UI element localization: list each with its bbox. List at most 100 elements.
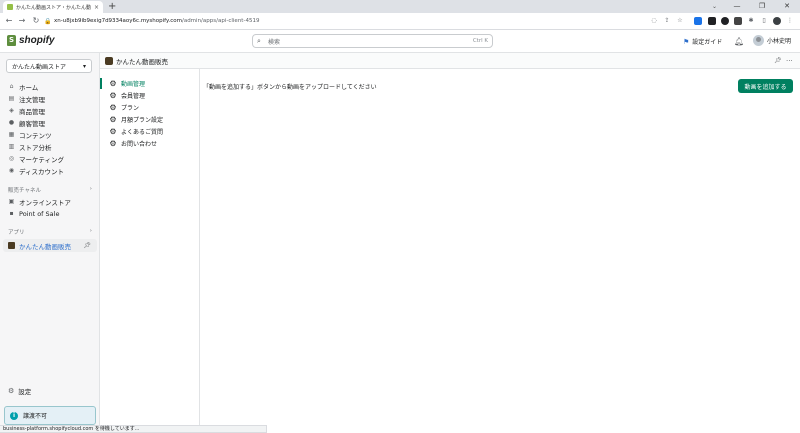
active-indicator <box>100 78 102 89</box>
share-icon[interactable]: ⇪ <box>663 17 671 25</box>
avatar <box>753 35 764 46</box>
browser-status-bar: business-platform.shopifycloud.com を待機して… <box>0 425 267 433</box>
bell-icon[interactable]: 🔔︎ <box>734 37 744 46</box>
extensions-puzzle-icon[interactable]: ✱ <box>747 17 755 25</box>
sidebar-item-content[interactable]: ▦ コンテンツ <box>8 129 52 140</box>
app-header: かんたん動画販売 📌︎ ··· <box>100 53 800 69</box>
forward-button[interactable]: → <box>16 15 28 27</box>
analytics-icon: ▥ <box>8 143 15 150</box>
user-name: 小林史明 <box>767 38 792 45</box>
chevron-right-icon: › <box>89 228 92 234</box>
app-title: かんたん動画販売 <box>116 57 168 66</box>
pin-icon[interactable]: 📌︎ <box>83 242 91 249</box>
info-icon: i <box>10 411 18 420</box>
sidebar-item-orders[interactable]: ▤ 注文管理 <box>8 93 45 104</box>
shopify-bag-icon <box>7 35 16 46</box>
lock-icon: 🔒 <box>44 17 52 25</box>
tab-close-icon[interactable]: × <box>94 4 99 11</box>
tab-title: かんたん動画ストア・かんたん動画販 <box>16 4 91 11</box>
setup-guide-button[interactable]: ⚑ 設定ガイド <box>683 37 723 47</box>
search-shortcut: Ctrl K <box>472 38 488 44</box>
back-button[interactable]: ← <box>3 15 15 27</box>
sidebar-item-products[interactable]: ◈ 商品管理 <box>8 105 45 116</box>
search-placeholder: 検索 <box>268 38 281 46</box>
sidebar-item-analytics[interactable]: ▥ ストア分析 <box>8 141 52 152</box>
app-nav-videos[interactable]: ⚙ 動画管理 <box>109 78 145 89</box>
add-video-button[interactable]: 動画を追加する <box>738 79 793 93</box>
more-options-icon[interactable]: ··· <box>786 57 793 65</box>
target-icon: ◎ <box>8 155 15 162</box>
sidebar: かんたん動画ストア ▾ ⌂ ホーム ▤ 注文管理 ◈ 商品管理 ● 顧客管理 ▦ コンテン… <box>0 53 100 425</box>
discount-icon: ◉ <box>8 167 15 174</box>
browser-toolbar: ← → ↻ 🔒 xn-u8jxb9ib9exig7d9334aoy6c.mysh… <box>0 13 800 30</box>
app-nav-members[interactable]: ⚙ 会員管理 <box>109 90 145 101</box>
shopify-logo[interactable]: shopify <box>7 35 55 46</box>
store-selector[interactable]: かんたん動画ストア ▾ <box>6 59 92 73</box>
sidebar-item-point-of-sale[interactable]: ▪ Point of Sale <box>8 208 59 219</box>
orders-icon: ▤ <box>8 95 15 102</box>
sidebar-item-customers[interactable]: ● 顧客管理 <box>8 117 45 128</box>
apps-heading[interactable]: アプリ › <box>8 228 92 236</box>
app-nav-plans[interactable]: ⚙ プラン <box>109 102 139 113</box>
search-icon: ⌕ <box>257 36 261 45</box>
window-close-button[interactable]: ✕ <box>778 0 796 13</box>
extension-icon[interactable] <box>694 17 702 25</box>
reload-button[interactable]: ↻ <box>30 15 42 27</box>
sidebar-item-settings[interactable]: ⚙ 設定 <box>8 386 31 396</box>
url-text: xn-u8jxb9ib9exig7d9334aoy6c.myshopify.co… <box>54 18 260 24</box>
gear-icon: ⚙ <box>109 91 117 100</box>
app-nav: ⚙ 動画管理 ⚙ 会員管理 ⚙ プラン ⚙ 月額プラン設定 ⚙ よくあるご質問 ⚙ お問い合… <box>100 69 200 425</box>
pos-icon: ▪ <box>9 210 14 217</box>
gear-icon: ⚙ <box>109 103 117 112</box>
extension-icon[interactable] <box>734 17 742 25</box>
content-icon: ▦ <box>8 131 15 138</box>
sidebar-item-active-app[interactable]: かんたん動画販売 📌︎ <box>3 239 97 252</box>
setup-guide-label: 設定ガイド <box>692 39 723 46</box>
home-icon: ⌂ <box>9 83 14 90</box>
logo-text: shopify <box>19 35 55 46</box>
user-menu[interactable]: 小林史明 <box>753 35 791 46</box>
browser-menu-icon[interactable]: ⋮ <box>786 17 794 25</box>
person-icon: ● <box>8 119 15 126</box>
search-input[interactable]: ⌕ 検索 Ctrl K <box>252 34 493 48</box>
store-icon: ▣ <box>8 198 15 205</box>
shopify-favicon-icon <box>7 4 13 10</box>
app-nav-contact[interactable]: ⚙ お問い合わせ <box>109 138 157 149</box>
gear-icon: ⚙ <box>109 127 117 136</box>
sidebar-item-discounts[interactable]: ◉ ディスカウント <box>8 165 64 176</box>
instruction-text: 「動画を追加する」ボタンから動画をアップロードしてください <box>203 84 377 91</box>
browser-tabstrip: かんたん動画ストア・かんたん動画販 × + ⌄ — ❐ ✕ <box>0 0 800 13</box>
window-maximize-button[interactable]: ❐ <box>753 0 771 13</box>
flag-icon: ⚑ <box>683 37 690 46</box>
address-bar[interactable]: 🔒 xn-u8jxb9ib9exig7d9334aoy6c.myshopify.… <box>44 15 644 27</box>
sidebar-item-marketing[interactable]: ◎ マーケティング <box>8 153 64 164</box>
bookmark-star-icon[interactable]: ☆ <box>676 17 684 25</box>
gear-icon: ⚙ <box>109 115 117 124</box>
profile-icon[interactable] <box>773 17 781 25</box>
app-nav-faq[interactable]: ⚙ よくあるご質問 <box>109 126 163 137</box>
tag-icon: ◈ <box>9 107 14 114</box>
window-minimize-button[interactable]: — <box>728 0 746 13</box>
transfer-status-banner[interactable]: i 譲渡不可 <box>4 406 96 425</box>
tab-search-button[interactable]: ⌄ <box>712 0 717 13</box>
sales-channels-heading[interactable]: 販売チャネル › <box>8 186 92 194</box>
extension-icon[interactable] <box>721 17 729 25</box>
sidebar-item-online-store[interactable]: ▣ オンラインストア <box>8 196 71 207</box>
sidepanel-icon[interactable]: ▯ <box>760 17 768 25</box>
app-nav-monthly-plan[interactable]: ⚙ 月額プラン設定 <box>109 114 163 125</box>
app-icon <box>105 56 113 65</box>
extension-icon[interactable] <box>708 17 716 25</box>
app-icon <box>8 242 15 249</box>
new-tab-button[interactable]: + <box>108 1 116 12</box>
shopify-topbar: shopify ⌕ 検索 Ctrl K ⚑ 設定ガイド 🔔︎ 小林史明 <box>0 30 800 53</box>
pin-icon[interactable]: 📌︎ <box>774 57 782 64</box>
store-name: かんたん動画ストア <box>12 63 67 71</box>
chevron-down-icon: ▾ <box>82 62 86 70</box>
chevron-right-icon: › <box>89 186 92 192</box>
gear-icon: ⚙ <box>8 387 15 395</box>
browser-tab[interactable]: かんたん動画ストア・かんたん動画販 × <box>3 1 103 13</box>
eye-off-icon[interactable]: ◌ <box>650 17 658 25</box>
gear-icon: ⚙ <box>109 79 117 88</box>
sidebar-item-home[interactable]: ⌂ ホーム <box>8 81 39 92</box>
gear-icon: ⚙ <box>109 139 117 148</box>
